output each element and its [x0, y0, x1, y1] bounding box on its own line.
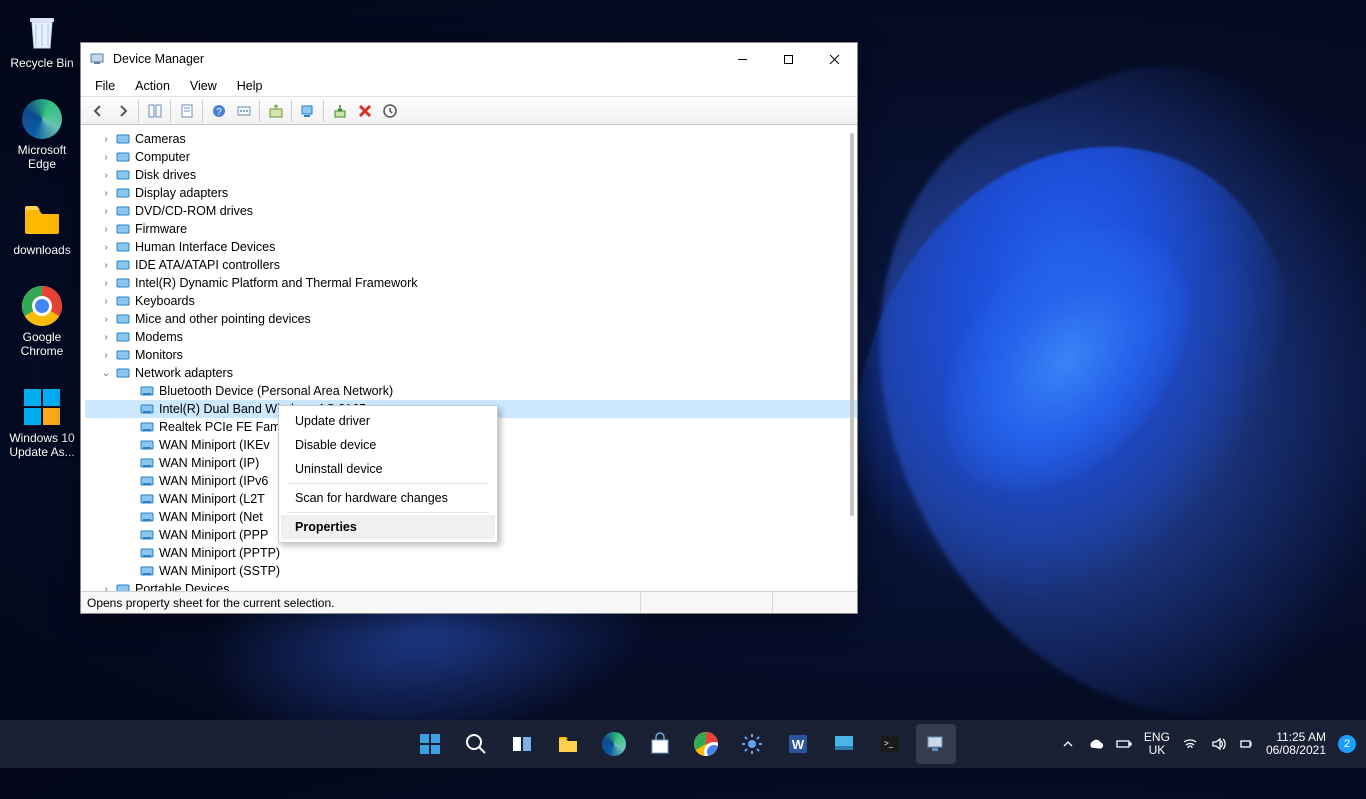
explorer-button[interactable]: [548, 724, 588, 764]
tree-node[interactable]: ›DVD/CD-ROM drives: [85, 202, 857, 220]
menu-file[interactable]: File: [87, 77, 123, 95]
desktop-icon-downloads[interactable]: downloads: [4, 193, 80, 266]
help-button[interactable]: ?: [206, 99, 231, 123]
context-menu-item[interactable]: Uninstall device: [281, 457, 495, 481]
tree-node[interactable]: ›Human Interface Devices: [85, 238, 857, 256]
task-view-button[interactable]: [502, 724, 542, 764]
windows-update-icon: [20, 385, 64, 429]
menu-separator: [287, 483, 489, 484]
desktop-icon-label: Windows 10 Update As...: [6, 432, 78, 460]
tree-child-node[interactable]: WAN Miniport (SSTP): [85, 562, 857, 580]
statusbar: Opens property sheet for the current sel…: [81, 591, 857, 613]
show-hide-tree-button[interactable]: [142, 99, 167, 123]
tree-node[interactable]: ›Disk drives: [85, 166, 857, 184]
edge-icon: [20, 97, 64, 141]
settings-button[interactable]: [732, 724, 772, 764]
search-button[interactable]: [456, 724, 496, 764]
onedrive-icon[interactable]: [1088, 736, 1104, 752]
tree-child-node[interactable]: WAN Miniport (PPTP): [85, 544, 857, 562]
chrome-button[interactable]: [686, 724, 726, 764]
desktop-icon-label: Microsoft Edge: [6, 144, 78, 172]
tree-node[interactable]: ›Intel(R) Dynamic Platform and Thermal F…: [85, 274, 857, 292]
desktop-icon-update-assistant[interactable]: Windows 10 Update As...: [4, 381, 80, 468]
scroll-thumb[interactable]: [850, 133, 854, 516]
back-button[interactable]: [85, 99, 110, 123]
close-button[interactable]: [811, 43, 857, 75]
edge-button[interactable]: [594, 724, 634, 764]
scrollbar[interactable]: [850, 133, 854, 583]
chrome-icon: [20, 284, 64, 328]
desktop-icon-recycle-bin[interactable]: Recycle Bin: [4, 6, 80, 79]
chevron-up-icon[interactable]: [1060, 736, 1076, 752]
maximize-button[interactable]: [765, 43, 811, 75]
desktop-icons: Recycle Bin Microsoft Edge downloads Goo…: [4, 6, 82, 481]
context-menu-item[interactable]: Update driver: [281, 409, 495, 433]
desktop-icon-label: Recycle Bin: [10, 57, 73, 71]
update-driver-button[interactable]: [263, 99, 288, 123]
date-text: 06/08/2021: [1266, 744, 1326, 757]
forward-button[interactable]: [110, 99, 135, 123]
menu-help[interactable]: Help: [229, 77, 271, 95]
svg-text:>_: >_: [884, 739, 894, 748]
svg-text:?: ?: [216, 107, 222, 118]
enable-button[interactable]: [327, 99, 352, 123]
tree-node[interactable]: ⌄Network adapters: [85, 364, 857, 382]
tree-node[interactable]: ›Modems: [85, 328, 857, 346]
tree-node[interactable]: ›Computer: [85, 148, 857, 166]
scan-hardware-button[interactable]: [295, 99, 320, 123]
desktop-icon-label: downloads: [13, 244, 70, 258]
volume-icon[interactable]: [1210, 736, 1226, 752]
properties-button[interactable]: [174, 99, 199, 123]
notification-badge[interactable]: 2: [1338, 735, 1356, 753]
menubar: File Action View Help: [81, 75, 857, 97]
tree-node[interactable]: ›Portable Devices: [85, 580, 857, 591]
tree-node[interactable]: ›Keyboards: [85, 292, 857, 310]
tree-node[interactable]: ›IDE ATA/ATAPI controllers: [85, 256, 857, 274]
power-icon[interactable]: [1238, 736, 1254, 752]
word-button[interactable]: W: [778, 724, 818, 764]
tree-node[interactable]: ›Monitors: [85, 346, 857, 364]
taskbar: W >_ ENG UK 11:25 AM 06/08/2021 2: [0, 720, 1366, 768]
desktop-icon-chrome[interactable]: Google Chrome: [4, 280, 80, 367]
clock[interactable]: 11:25 AM 06/08/2021: [1266, 731, 1326, 757]
tree-node[interactable]: ›Cameras: [85, 130, 857, 148]
minimize-button[interactable]: [719, 43, 765, 75]
menu-separator: [287, 512, 489, 513]
context-menu: Update driverDisable deviceUninstall dev…: [278, 405, 498, 543]
context-menu-item[interactable]: Properties: [281, 515, 495, 539]
svg-text:W: W: [792, 737, 805, 752]
context-menu-item[interactable]: Disable device: [281, 433, 495, 457]
window-title: Device Manager: [113, 52, 204, 66]
start-button[interactable]: [410, 724, 450, 764]
menu-view[interactable]: View: [182, 77, 225, 95]
recycle-bin-icon: [20, 10, 64, 54]
language-indicator[interactable]: ENG UK: [1144, 731, 1170, 757]
desktop-icon-edge[interactable]: Microsoft Edge: [4, 93, 80, 180]
tree-node[interactable]: ›Mice and other pointing devices: [85, 310, 857, 328]
status-text: Opens property sheet for the current sel…: [87, 596, 334, 610]
context-menu-item[interactable]: Scan for hardware changes: [281, 486, 495, 510]
app-icon: [89, 51, 105, 67]
menu-action[interactable]: Action: [127, 77, 178, 95]
tree-node[interactable]: ›Display adapters: [85, 184, 857, 202]
tree-child-node[interactable]: Bluetooth Device (Personal Area Network): [85, 382, 857, 400]
desktop-icon-label: Google Chrome: [6, 331, 78, 359]
system-tray: ENG UK 11:25 AM 06/08/2021 2: [1060, 731, 1366, 757]
toolbar: ?: [81, 97, 857, 125]
store-button[interactable]: [640, 724, 680, 764]
disable-button[interactable]: [377, 99, 402, 123]
battery-icon[interactable]: [1116, 736, 1132, 752]
device-manager-taskbar-button[interactable]: [916, 724, 956, 764]
titlebar[interactable]: Device Manager: [81, 43, 857, 75]
tree-node[interactable]: ›Firmware: [85, 220, 857, 238]
uninstall-button[interactable]: [352, 99, 377, 123]
terminal-button[interactable]: >_: [870, 724, 910, 764]
lang-secondary: UK: [1144, 744, 1170, 757]
app-button-1[interactable]: [824, 724, 864, 764]
folder-icon: [20, 197, 64, 241]
action-button[interactable]: [231, 99, 256, 123]
wifi-icon[interactable]: [1182, 736, 1198, 752]
